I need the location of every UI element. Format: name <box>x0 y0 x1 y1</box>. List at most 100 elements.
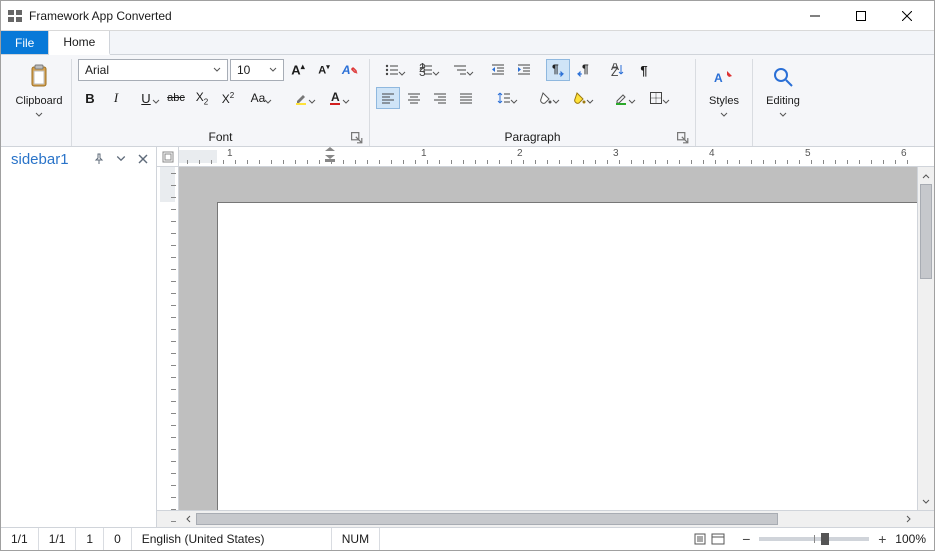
font-color-button[interactable]: A <box>320 87 352 109</box>
chevron-down-icon <box>720 111 728 119</box>
svg-text:3: 3 <box>419 65 426 77</box>
subscript-button[interactable]: X2 <box>190 87 214 109</box>
bullets-button[interactable] <box>376 59 408 81</box>
chevron-down-icon <box>510 98 518 106</box>
dialog-launcher-icon[interactable] <box>351 132 363 144</box>
show-marks-button[interactable]: ¶ <box>632 59 656 81</box>
scroll-left-button[interactable] <box>179 511 196 527</box>
chevron-down-icon <box>432 70 440 78</box>
close-icon[interactable] <box>134 150 152 168</box>
indent-marker-icon[interactable] <box>325 147 335 163</box>
shrink-font-icon: A▾ <box>318 63 329 77</box>
chevron-down-icon <box>779 111 787 119</box>
shading-button[interactable] <box>530 87 562 109</box>
ribbon-tabs: File Home <box>1 31 934 55</box>
scroll-thumb[interactable] <box>920 184 932 279</box>
styles-button[interactable]: A Styles <box>702 59 746 119</box>
numbering-button[interactable]: 123 <box>410 59 442 81</box>
clear-formatting-button[interactable]: A✎ <box>338 59 362 81</box>
scroll-right-button[interactable] <box>900 511 917 527</box>
shrink-font-button[interactable]: A▾ <box>312 59 336 81</box>
minimize-button[interactable] <box>792 1 838 31</box>
scroll-up-button[interactable] <box>918 167 934 184</box>
increase-indent-button[interactable] <box>512 59 536 81</box>
zoom-out-button[interactable]: − <box>739 531 753 547</box>
status-numlock[interactable]: NUM <box>332 528 380 550</box>
bold-button[interactable]: B <box>78 87 102 109</box>
sort-button[interactable]: AZ <box>606 59 630 81</box>
ltr-direction-button[interactable]: ¶ <box>546 59 570 81</box>
grow-font-button[interactable]: A▴ <box>286 59 310 81</box>
ruler-corner[interactable] <box>157 147 179 166</box>
page-color-button[interactable] <box>564 87 596 109</box>
status-language[interactable]: English (United States) <box>132 528 332 550</box>
zoom-control: − + 100% <box>731 531 934 547</box>
vertical-scrollbar[interactable] <box>917 167 934 510</box>
pilcrow-icon: ¶ <box>640 63 647 78</box>
paste-button[interactable]: Clipboard <box>13 59 65 119</box>
horizontal-ruler[interactable]: 1 1 2 3 4 5 6 [12,24,36,48,60,72,84,96,1… <box>179 147 934 166</box>
scroll-thumb[interactable] <box>196 513 778 525</box>
vertical-ruler[interactable] <box>157 167 179 510</box>
font-size-combobox[interactable]: 10 <box>230 59 284 81</box>
status-line[interactable]: 0 <box>104 528 132 550</box>
highlight-button[interactable] <box>286 87 318 109</box>
zoom-slider[interactable] <box>759 537 869 541</box>
print-layout-icon[interactable] <box>693 532 707 546</box>
line-spacing-button[interactable] <box>488 87 520 109</box>
app-icon <box>7 8 23 24</box>
grow-font-icon: A▴ <box>291 62 304 77</box>
svg-text:¶: ¶ <box>552 63 559 76</box>
align-justify-button[interactable] <box>454 87 478 109</box>
document-canvas[interactable] <box>179 167 917 510</box>
svg-text:A: A <box>714 71 723 85</box>
subscript-icon: X2 <box>196 90 208 106</box>
editing-button[interactable]: Editing <box>759 59 807 119</box>
decrease-indent-button[interactable] <box>486 59 510 81</box>
align-right-button[interactable] <box>428 87 452 109</box>
font-name-combobox[interactable]: Arial <box>78 59 228 81</box>
page[interactable] <box>217 202 917 510</box>
status-page[interactable]: 1/1 <box>1 528 39 550</box>
rtl-direction-icon: ¶ <box>577 63 591 77</box>
title-bar: Framework App Converted <box>1 1 934 31</box>
superscript-button[interactable]: X2 <box>216 87 240 109</box>
zoom-level[interactable]: 100% <box>895 532 926 546</box>
horizontal-scrollbar[interactable] <box>157 510 934 527</box>
chevron-down-icon <box>342 98 350 106</box>
align-center-icon <box>407 91 421 105</box>
underline-button[interactable]: U <box>130 87 162 109</box>
chevron-down-icon <box>308 98 316 106</box>
align-left-button[interactable] <box>376 87 400 109</box>
pin-button[interactable] <box>90 150 108 168</box>
strikethrough-button[interactable]: abc <box>164 87 188 109</box>
chevron-down-icon <box>586 98 594 106</box>
tab-home[interactable]: Home <box>49 31 110 55</box>
align-center-button[interactable] <box>402 87 426 109</box>
multilevel-list-button[interactable] <box>444 59 476 81</box>
font-color-icon: A <box>329 91 343 105</box>
status-col[interactable]: 1 <box>76 528 104 550</box>
italic-button[interactable]: I <box>104 87 128 109</box>
border-color-button[interactable] <box>606 87 638 109</box>
status-section[interactable]: 1/1 <box>39 528 77 550</box>
borders-button[interactable] <box>640 87 672 109</box>
maximize-button[interactable] <box>838 1 884 31</box>
chevron-down-icon <box>628 98 636 106</box>
chevron-down-icon <box>35 111 43 119</box>
change-case-button[interactable]: Aa <box>242 87 274 109</box>
underline-icon: U <box>141 91 150 106</box>
web-layout-icon[interactable] <box>711 532 725 546</box>
group-paragraph: 123 ¶ ¶ AZ ¶ <box>370 59 696 146</box>
close-button[interactable] <box>884 1 930 31</box>
svg-text:Z: Z <box>611 65 618 77</box>
chevron-down-icon[interactable] <box>112 150 130 168</box>
chevron-down-icon <box>552 98 560 106</box>
tab-file[interactable]: File <box>1 31 49 54</box>
chevron-down-icon <box>152 98 160 106</box>
zoom-in-button[interactable]: + <box>875 531 889 547</box>
styles-icon: A <box>708 63 740 91</box>
rtl-direction-button[interactable]: ¶ <box>572 59 596 81</box>
scroll-down-button[interactable] <box>918 493 934 510</box>
dialog-launcher-icon[interactable] <box>677 132 689 144</box>
